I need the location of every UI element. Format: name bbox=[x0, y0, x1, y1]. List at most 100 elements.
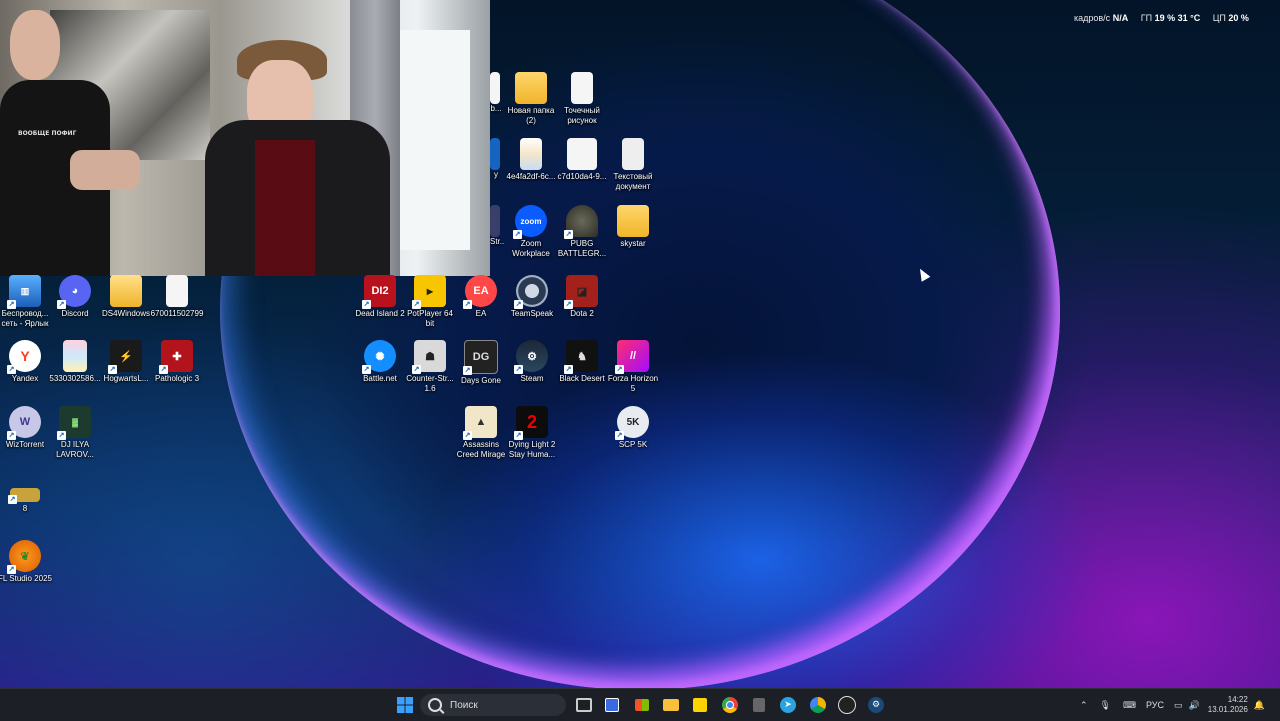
desktop-icon-teamspeak[interactable]: ↗ TeamSpeak bbox=[504, 275, 560, 319]
network-icon[interactable]: ▭ bbox=[1174, 700, 1183, 711]
battlenet-icon: ✺ ↗ bbox=[362, 340, 396, 374]
snipping-icon bbox=[605, 698, 619, 712]
desktop-icon-label: Новая папка (2) bbox=[507, 106, 555, 125]
fps-label: кадров/с bbox=[1074, 13, 1111, 23]
task-view-icon bbox=[576, 698, 592, 712]
desktop-icon-forza[interactable]: //↗ Forza Horizon 5 bbox=[605, 340, 661, 394]
desktop-icon-partial-3[interactable]: Str... bbox=[490, 205, 504, 247]
desktop-icon-dj-ilya[interactable]: ▓ ↗ DJ ILYA LAVROV... bbox=[47, 406, 103, 460]
desktop-icon-label: Str... bbox=[490, 237, 504, 246]
desktop-icon-partial-2[interactable]: y bbox=[490, 138, 502, 180]
app-icon bbox=[490, 205, 500, 237]
gpu-value: 19 % 31 °C bbox=[1154, 13, 1201, 23]
desktop-icon-label: skystar bbox=[620, 239, 646, 248]
desktop-icon-label: DJ ILYA LAVROV... bbox=[56, 440, 94, 459]
desktop-icon-label: Discord bbox=[61, 309, 89, 318]
start-button[interactable] bbox=[395, 695, 415, 715]
desktop-icon-wireless-network[interactable]: ▥ ↗ Беспровод... сеть - Ярлык bbox=[0, 275, 53, 329]
file-icon bbox=[520, 138, 542, 170]
folder-icon bbox=[663, 699, 679, 711]
shirt-text: ВООБЩЕ ПОФИГ bbox=[18, 130, 77, 137]
desktop-icon-label: 670011502799 bbox=[150, 309, 204, 318]
ea-icon: EA ↗ bbox=[463, 275, 497, 309]
performance-overlay: кадров/с N/A ГП 19 % 31 °C ЦП 20 % bbox=[1074, 13, 1249, 23]
desktop-icon-new-folder[interactable]: Новая папка (2) bbox=[503, 72, 559, 126]
obs-button[interactable] bbox=[837, 695, 857, 715]
bitmap-file-icon bbox=[571, 72, 593, 104]
desktop-icon-pathologic-3[interactable]: ✚ ↗ Pathologic 3 bbox=[149, 340, 205, 384]
desktop-icon-potplayer[interactable]: ▶ ↗ PotPlayer 64 bit bbox=[402, 275, 458, 329]
desktop-icon-text-6700[interactable]: 670011502799 bbox=[149, 275, 205, 319]
taskbar-search[interactable] bbox=[420, 694, 566, 716]
folder-icon bbox=[110, 275, 142, 307]
language-indicator[interactable]: РУС bbox=[1146, 700, 1164, 710]
desktop-icon-label: 5330302586... bbox=[49, 374, 101, 383]
file-icon bbox=[567, 138, 597, 170]
desktop-icon-dota-2[interactable]: ◪ ↗ Dota 2 bbox=[554, 275, 610, 319]
desktop-icon-scp-5k[interactable]: 5K ↗ SCP 5K bbox=[605, 406, 661, 450]
taskbar: ➤ ⚙ ⌃ 🎙 ⌨ РУС ▭ 🔊 14:22 13.01.2026 🔔 bbox=[0, 688, 1280, 721]
desktop-icon-pubg[interactable]: ↗ PUBG BATTLEGR... bbox=[554, 205, 610, 259]
desktop-icon-app-8[interactable]: ↗ 8 bbox=[0, 480, 53, 514]
desktop-icon-label: Точечный рисунок bbox=[564, 106, 600, 125]
desktop-icon-days-gone[interactable]: DG ↗ Days Gone bbox=[453, 340, 509, 386]
teamspeak-icon: ↗ bbox=[514, 275, 548, 309]
desktop-icon-steam[interactable]: ⚙ ↗ Steam bbox=[504, 340, 560, 384]
steam-taskbar-button[interactable]: ⚙ bbox=[866, 695, 886, 715]
desktop-icon-label: WizTorrent bbox=[5, 440, 45, 449]
desktop-icon-ds4windows[interactable]: DS4Windows bbox=[98, 275, 154, 319]
desktop-icon-label: Assassins Creed Mirage bbox=[456, 440, 506, 459]
desktop-icon-text-doc[interactable]: Текстовый документ bbox=[605, 138, 661, 192]
chrome-button[interactable] bbox=[720, 695, 740, 715]
chrome-canary-button[interactable] bbox=[808, 695, 828, 715]
calculator-button[interactable] bbox=[749, 695, 769, 715]
chevron-up-icon[interactable]: ⌃ bbox=[1080, 700, 1088, 711]
desktop-icon-label: EA bbox=[475, 309, 487, 318]
chrome-beta-icon bbox=[810, 697, 826, 713]
desktop-icon-image-5330[interactable]: 5330302586... bbox=[47, 340, 103, 384]
zoom-icon: zoom ↗ bbox=[513, 205, 547, 239]
app-icon bbox=[490, 138, 500, 170]
desktop-icon-skystar[interactable]: skystar bbox=[605, 205, 661, 249]
store-button[interactable] bbox=[632, 695, 652, 715]
desktop-icon-label: Forza Horizon 5 bbox=[607, 374, 659, 393]
windows-icon bbox=[397, 697, 413, 713]
desktop-icon-battlenet[interactable]: ✺ ↗ Battle.net bbox=[352, 340, 408, 384]
microphone-icon[interactable]: 🎙 bbox=[1100, 700, 1111, 711]
desktop-icon-partial-1[interactable]: b... bbox=[490, 72, 502, 114]
sticky-notes-button[interactable] bbox=[690, 695, 710, 715]
system-tray: ⌃ 🎙 ⌨ РУС ▭ 🔊 14:22 13.01.2026 🔔 bbox=[1080, 689, 1280, 721]
steam-icon: ⚙ ↗ bbox=[514, 340, 548, 374]
desktop-icon-black-desert[interactable]: ♞ ↗ Black Desert bbox=[554, 340, 610, 384]
wiztorrent-icon: W ↗ bbox=[7, 406, 41, 440]
hogwarts-icon: ⚡ ↗ bbox=[108, 340, 142, 374]
desktop-icon-yandex[interactable]: Y ↗ Yandex bbox=[0, 340, 53, 384]
volume-icon[interactable]: 🔊 bbox=[1189, 700, 1200, 711]
desktop-icon-hogwarts[interactable]: ⚡ ↗ HogwartsL... bbox=[98, 340, 154, 384]
desktop-icon-wiztorrent[interactable]: W ↗ WizTorrent bbox=[0, 406, 53, 450]
desktop-icon-label: Dying Light 2 Stay Huma... bbox=[508, 440, 556, 459]
clock[interactable]: 14:22 13.01.2026 bbox=[1208, 695, 1248, 715]
task-view-button[interactable] bbox=[574, 695, 594, 715]
desktop-icon-assassins-creed[interactable]: ▲ ↗ Assassins Creed Mirage bbox=[453, 406, 509, 460]
desktop-icon-ea[interactable]: EA ↗ EA bbox=[453, 275, 509, 319]
desktop-icon-file-c7d1[interactable]: c7d10da4-9... bbox=[554, 138, 610, 182]
desktop-icon-fl-studio[interactable]: ❦ ↗ FL Studio 2025 bbox=[0, 540, 53, 584]
desktop-icon-label: PotPlayer 64 bit bbox=[407, 309, 453, 328]
desktop-icon-dead-island-2[interactable]: DI2 ↗ Dead Island 2 bbox=[352, 275, 408, 319]
notifications-icon[interactable]: 🔔 bbox=[1254, 700, 1265, 711]
desktop-icon-label: Текстовый документ bbox=[613, 172, 653, 191]
snipping-tool-button[interactable] bbox=[602, 695, 622, 715]
desktop-icon-discord[interactable]: ◕ ↗ Discord bbox=[47, 275, 103, 319]
desktop-icon-counter-strike[interactable]: ☗ ↗ Counter-Str... 1.6 bbox=[402, 340, 458, 394]
desktop-icon-dying-light-2[interactable]: 2 ↗ Dying Light 2 Stay Huma... bbox=[504, 406, 560, 460]
person-left: ВООБЩЕ ПОФИГ bbox=[0, 0, 140, 276]
desktop-icon-file-4e4f[interactable]: 4e4fa2df-6c... bbox=[503, 138, 559, 182]
webcam-overlay[interactable]: ВООБЩЕ ПОФИГ bbox=[0, 0, 490, 276]
keyboard-icon[interactable]: ⌨ bbox=[1123, 700, 1136, 711]
file-explorer-button[interactable] bbox=[661, 695, 681, 715]
search-input[interactable] bbox=[448, 698, 562, 712]
desktop-icon-bitmap[interactable]: Точечный рисунок bbox=[554, 72, 610, 126]
telegram-button[interactable]: ➤ bbox=[778, 695, 798, 715]
desktop-icon-zoom[interactable]: zoom ↗ Zoom Workplace bbox=[503, 205, 559, 259]
